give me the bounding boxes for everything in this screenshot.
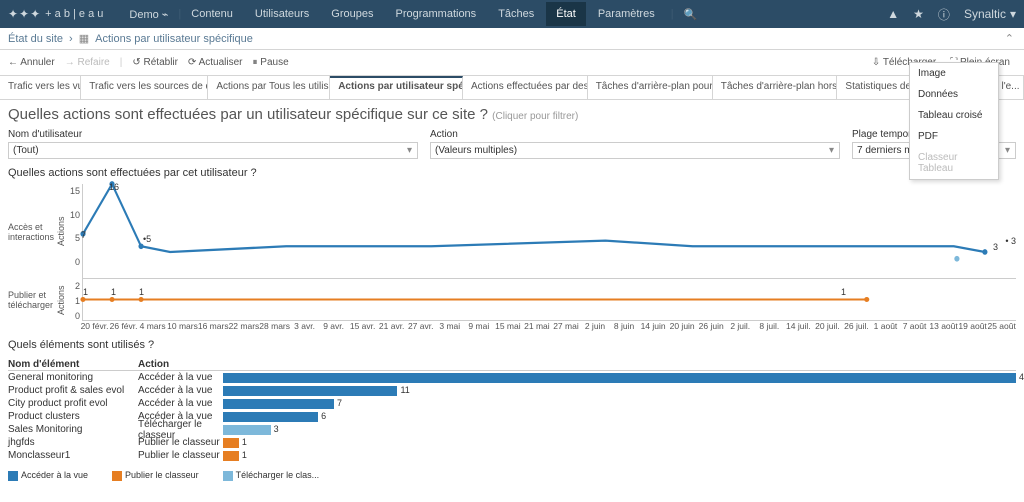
breadcrumb: État du site › ▦ Actions par utilisateur… bbox=[0, 28, 1024, 50]
download-menu: ImageDonnéesTableau croiséPDFClasseur Ta… bbox=[909, 62, 999, 180]
breadcrumb-root[interactable]: État du site bbox=[8, 33, 63, 45]
chart-access: Accès et interactions Actions 151050 7 1… bbox=[8, 184, 1016, 279]
table-title: Quels éléments sont utilisés ? bbox=[8, 339, 1016, 351]
page-title: Quelles actions sont effectuées par un u… bbox=[8, 106, 1016, 123]
redo-button: → Refaire bbox=[65, 57, 110, 68]
tab-0[interactable]: Trafic vers les vues bbox=[0, 76, 81, 99]
alert-icon[interactable]: ▲ bbox=[887, 7, 899, 21]
chart-access-label: Accès et interactions bbox=[8, 184, 56, 279]
table-row[interactable]: General monitoringAccéder à la vue48 bbox=[8, 371, 1016, 384]
help-icon[interactable]: ⓘ bbox=[938, 6, 950, 23]
tableau-logo-icon: ✦✦✦ bbox=[8, 7, 41, 21]
worksheet-tabs: Trafic vers les vuesTrafic vers les sour… bbox=[0, 76, 1024, 100]
nav-contenu[interactable]: Contenu bbox=[181, 2, 243, 26]
col-action-header: Action bbox=[138, 359, 223, 370]
favorites-icon[interactable]: ★ bbox=[913, 7, 924, 21]
element-table: Nom d'élément Action General monitoringA… bbox=[8, 359, 1016, 462]
collapse-icon[interactable]: ⌃ bbox=[1005, 32, 1014, 45]
table-row[interactable]: Sales MonitoringTélécharger le classeur3 bbox=[8, 423, 1016, 436]
y-axis-1: 151050 bbox=[66, 184, 82, 279]
tab-6[interactable]: Tâches d'arrière-plan hors extr... bbox=[713, 76, 838, 99]
table-row[interactable]: jhgfdsPublier le classeur1 bbox=[8, 436, 1016, 449]
toolbar: ← Annuler → Refaire | ↺ Rétablir ⟳ Actua… bbox=[0, 50, 1024, 76]
y-axis-label: Actions bbox=[56, 184, 66, 279]
col-name-header: Nom d'élément bbox=[8, 359, 138, 370]
worksheet-icon: ▦ bbox=[79, 32, 89, 45]
nav-paramètres[interactable]: Paramètres bbox=[588, 2, 665, 26]
legend-item[interactable]: Télécharger le clas... bbox=[223, 470, 320, 481]
undo-button[interactable]: ← Annuler bbox=[8, 57, 55, 68]
nav-utilisateurs[interactable]: Utilisateurs bbox=[245, 2, 319, 26]
y-axis-2: 210 bbox=[66, 279, 82, 321]
breadcrumb-page: Actions par utilisateur spécifique bbox=[95, 33, 253, 45]
filter-user-select[interactable]: (Tout) bbox=[8, 142, 418, 159]
refresh-button[interactable]: ⟳ Actualiser bbox=[188, 57, 243, 68]
user-menu[interactable]: Synaltic ▾ bbox=[964, 7, 1016, 21]
download-opt-image[interactable]: Image bbox=[910, 63, 998, 84]
nav-programmations[interactable]: Programmations bbox=[385, 2, 486, 26]
table-row[interactable]: City product profit evolAccéder à la vue… bbox=[8, 397, 1016, 410]
main-nav: ContenuUtilisateursGroupesProgrammations… bbox=[181, 2, 664, 26]
table-row[interactable]: Monclasseur1Publier le classeur1 bbox=[8, 449, 1016, 462]
top-navbar: ✦✦✦ + a b | e a u Demo ⌁ | ContenuUtilis… bbox=[0, 0, 1024, 28]
download-opt-pdf[interactable]: PDF bbox=[910, 126, 998, 147]
download-opt-tableau-croisé[interactable]: Tableau croisé bbox=[910, 105, 998, 126]
nav-état[interactable]: État bbox=[546, 2, 586, 26]
chart1-plot[interactable]: 7 16 •5 3 • 3 bbox=[82, 184, 1016, 279]
legend: Accéder à la vue Publier le classeur Téléc… bbox=[8, 470, 1016, 481]
chart-publish-label: Publier et télécharger bbox=[8, 279, 56, 321]
logo: ✦✦✦ + a b | e a u bbox=[8, 7, 103, 21]
site-selector[interactable]: Demo ⌁ bbox=[119, 2, 178, 27]
filter-action-label: Action bbox=[430, 129, 840, 140]
tab-2[interactable]: Actions par Tous les utilisateurs bbox=[208, 76, 330, 99]
tab-5[interactable]: Tâches d'arrière-plan pour extr... bbox=[588, 76, 713, 99]
legend-item[interactable]: Publier le classeur bbox=[112, 470, 199, 481]
tab-3[interactable]: Actions par utilisateur spécifiq... bbox=[330, 76, 463, 99]
chart-publish: Publier et télécharger Actions 210 1 1 1… bbox=[8, 279, 1016, 321]
download-opt-classeur-tableau: Classeur Tableau bbox=[910, 147, 998, 179]
nav-tâches[interactable]: Tâches bbox=[488, 2, 544, 26]
chart1-title: Quelles actions sont effectuées par cet … bbox=[8, 167, 1016, 179]
pause-button[interactable]: ⏸ Pause bbox=[253, 57, 289, 68]
table-row[interactable]: Product profit & sales evolAccéder à la … bbox=[8, 384, 1016, 397]
nav-groupes[interactable]: Groupes bbox=[321, 2, 383, 26]
tab-1[interactable]: Trafic vers les sources de donn... bbox=[81, 76, 208, 99]
download-opt-données[interactable]: Données bbox=[910, 84, 998, 105]
revert-button[interactable]: ↺ Rétablir bbox=[132, 57, 178, 68]
chart2-plot[interactable]: 1 1 1 1 bbox=[82, 279, 1016, 321]
tab-4[interactable]: Actions effectuées par des utili... bbox=[463, 76, 588, 99]
filter-action-select[interactable]: (Valeurs multiples) bbox=[430, 142, 840, 159]
x-axis: 20 févr.26 févr.4 mars10 mars16 mars22 m… bbox=[80, 321, 1016, 335]
legend-item[interactable]: Accéder à la vue bbox=[8, 470, 88, 481]
y-axis-label-2: Actions bbox=[56, 279, 66, 321]
logo-text: + a b | e a u bbox=[45, 8, 103, 20]
filter-action: Action (Valeurs multiples) bbox=[430, 129, 840, 159]
search-icon[interactable]: 🔍 bbox=[674, 2, 708, 27]
filter-user: Nom d'utilisateur (Tout) bbox=[8, 129, 418, 159]
filter-user-label: Nom d'utilisateur bbox=[8, 129, 418, 140]
